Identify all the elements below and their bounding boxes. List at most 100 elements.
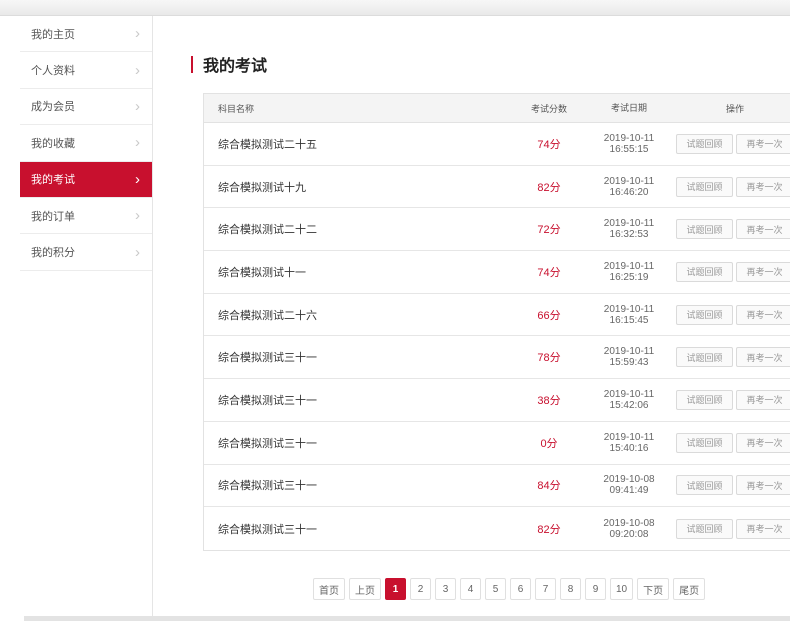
sidebar-item-3[interactable]: 我的收藏 ›: [20, 125, 152, 162]
exam-date: 2019-10-11: [603, 388, 655, 400]
review-button[interactable]: 试题回顾: [676, 304, 733, 325]
table-row: 综合模拟测试十一 74分 2019-10-11 16:25:19 试题回顾 再考一次: [204, 251, 790, 294]
exam-name: 综合模拟测试三十一: [218, 437, 317, 450]
exam-actions: 试题回顾 再考一次: [669, 389, 790, 410]
page-button-6[interactable]: 6: [510, 578, 531, 600]
page-button-1[interactable]: 1: [385, 578, 406, 600]
exam-time: 16:15:45: [609, 314, 649, 326]
page-button-8[interactable]: 8: [560, 578, 581, 600]
chevron-right-icon: ›: [135, 97, 140, 115]
exam-name: 综合模拟测试十九: [218, 181, 306, 194]
sidebar-item-label: 我的订单: [31, 210, 75, 223]
exam-datetime: 2019-10-11 15:42:06: [589, 389, 669, 411]
table-row: 综合模拟测试二十二 72分 2019-10-11 16:32:53 试题回顾 再考一次: [204, 208, 790, 252]
review-button[interactable]: 试题回顾: [676, 219, 733, 240]
retry-button[interactable]: 再考一次: [736, 133, 790, 154]
review-button[interactable]: 试题回顾: [676, 176, 733, 197]
exam-actions: 试题回顾 再考一次: [669, 133, 790, 154]
chevron-right-icon: ›: [135, 170, 140, 188]
page-button-9[interactable]: 9: [585, 578, 606, 600]
exam-name: 综合模拟测试二十六: [218, 309, 317, 322]
sidebar-item-4[interactable]: 我的考试 ›: [20, 161, 152, 198]
review-button[interactable]: 试题回顾: [676, 261, 733, 282]
exam-date: 2019-10-08: [603, 474, 655, 486]
exam-actions: 试题回顾 再考一次: [669, 432, 790, 453]
exam-name: 综合模拟测试二十二: [218, 224, 317, 237]
exam-time: 15:42:06: [609, 399, 649, 411]
last-page-button[interactable]: 尾页: [673, 578, 706, 600]
sidebar-item-1[interactable]: 个人资料 ›: [20, 52, 152, 89]
table-row: 综合模拟测试三十一 84分 2019-10-08 09:41:49 试题回顾 再考一次: [204, 465, 790, 508]
sidebar-item-label: 我的主页: [31, 28, 75, 41]
table-row: 综合模拟测试三十一 82分 2019-10-08 09:20:08 试题回顾 再考一次: [204, 507, 790, 550]
retry-button[interactable]: 再考一次: [736, 518, 790, 539]
exam-score: 74分: [537, 266, 561, 279]
exam-datetime: 2019-10-11 16:46:20: [589, 176, 669, 198]
review-button[interactable]: 试题回顾: [676, 432, 733, 453]
header-actions: 操作: [726, 103, 745, 114]
exam-name: 综合模拟测试三十一: [218, 480, 317, 493]
page-button-5[interactable]: 5: [485, 578, 506, 600]
exam-time: 15:59:43: [609, 357, 649, 369]
page-button-7[interactable]: 7: [535, 578, 556, 600]
review-button[interactable]: 试题回顾: [676, 475, 733, 496]
exam-table: 科目名称 考试分数 考试日期 操作 综合模拟测试二十五 74分 2019-10-11…: [203, 93, 790, 551]
table-header: 科目名称 考试分数 考试日期 操作: [204, 94, 790, 123]
exam-date: 2019-10-11: [603, 260, 655, 272]
exam-score: 74分: [537, 138, 561, 151]
bottom-strip: [24, 616, 790, 621]
top-header-strip: [0, 0, 790, 16]
review-button[interactable]: 试题回顾: [676, 518, 733, 539]
prev-page-button[interactable]: 上页: [349, 578, 381, 600]
page-button-4[interactable]: 4: [460, 578, 481, 600]
exam-time: 16:46:20: [609, 186, 649, 198]
exam-date: 2019-10-11: [603, 175, 655, 187]
sidebar-item-5[interactable]: 我的订单 ›: [20, 198, 152, 235]
retry-button[interactable]: 再考一次: [736, 432, 790, 453]
page-button-2[interactable]: 2: [410, 578, 431, 600]
title-accent-bar: [191, 55, 193, 73]
retry-button[interactable]: 再考一次: [736, 261, 790, 282]
exam-score: 82分: [537, 523, 561, 536]
page-button-10[interactable]: 10: [610, 578, 634, 600]
pagination: 首页 上页 1 2 3 4 5 6 7 8 9 10 下页 尾页: [313, 578, 706, 600]
next-page-button[interactable]: 下页: [637, 578, 670, 600]
chevron-right-icon: ›: [135, 25, 140, 43]
sidebar-item-label: 我的收藏: [31, 137, 75, 150]
exam-date: 2019-10-11: [603, 346, 655, 358]
sidebar-item-label: 个人资料: [31, 65, 75, 78]
retry-button[interactable]: 再考一次: [736, 219, 790, 240]
table-body: 综合模拟测试二十五 74分 2019-10-11 16:55:15 试题回顾 再考一次 综合…: [204, 123, 790, 550]
exam-date: 2019-10-11: [603, 132, 655, 144]
exam-name: 综合模拟测试三十一: [218, 352, 317, 365]
retry-button[interactable]: 再考一次: [736, 475, 790, 496]
sidebar: 我的主页 › 个人资料 › 成为会员 › 我的收藏 › 我的考试 › 我的订单 › 我的积分 ›: [20, 16, 153, 616]
exam-time: 16:25:19: [609, 271, 649, 283]
retry-button[interactable]: 再考一次: [736, 389, 790, 410]
sidebar-item-6[interactable]: 我的积分 ›: [20, 234, 152, 271]
chevron-right-icon: ›: [135, 243, 140, 261]
retry-button[interactable]: 再考一次: [736, 347, 790, 368]
chevron-right-icon: ›: [135, 207, 140, 225]
retry-button[interactable]: 再考一次: [736, 304, 790, 325]
retry-button[interactable]: 再考一次: [736, 176, 790, 197]
exam-date: 2019-10-11: [603, 303, 655, 315]
exam-actions: 试题回顾 再考一次: [669, 347, 790, 368]
review-button[interactable]: 试题回顾: [676, 347, 733, 368]
exam-actions: 试题回顾 再考一次: [669, 475, 790, 496]
first-page-button[interactable]: 首页: [313, 578, 345, 600]
table-row: 综合模拟测试十九 82分 2019-10-11 16:46:20 试题回顾 再考一次: [204, 166, 790, 209]
table-row: 综合模拟测试二十六 66分 2019-10-11 16:15:45 试题回顾 再考一次: [204, 294, 790, 337]
review-button[interactable]: 试题回顾: [676, 133, 733, 154]
chevron-right-icon: ›: [135, 61, 140, 79]
exam-date: 2019-10-11: [603, 218, 655, 230]
page-button-3[interactable]: 3: [435, 578, 456, 600]
table-row: 综合模拟测试三十一 0分 2019-10-11 15:40:16 试题回顾 再考一次: [204, 422, 790, 465]
sidebar-item-label: 成为会员: [31, 101, 75, 114]
sidebar-item-0[interactable]: 我的主页 ›: [20, 16, 152, 53]
exam-score: 84分: [537, 480, 561, 493]
exam-score: 0分: [540, 437, 558, 450]
sidebar-item-2[interactable]: 成为会员 ›: [20, 89, 152, 126]
review-button[interactable]: 试题回顾: [676, 389, 733, 410]
exam-score: 66分: [537, 309, 561, 322]
